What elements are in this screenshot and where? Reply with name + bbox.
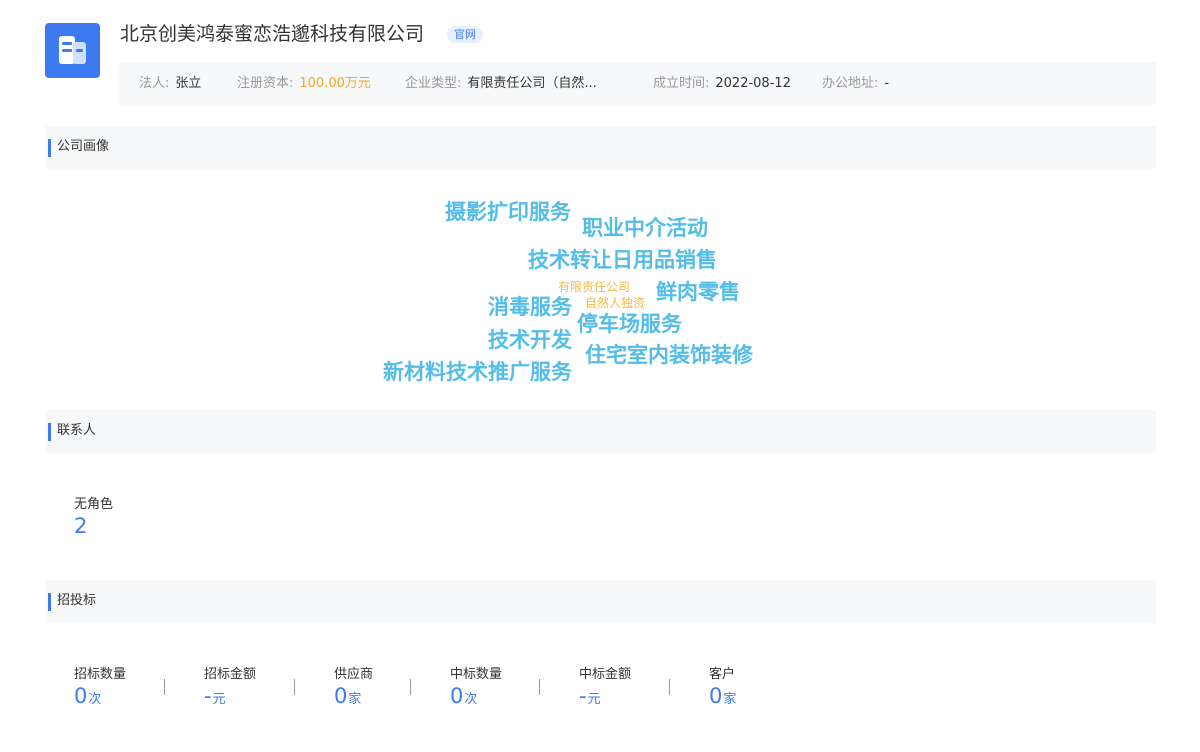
founded-date: 成立时间: 2022-08-12 xyxy=(653,76,791,91)
stat-value[interactable]: 2 xyxy=(74,514,113,538)
section-portrait-header: 公司画像 xyxy=(45,126,1156,169)
company-logo-icon xyxy=(45,23,100,78)
company-info-bar: 法人: 张立 注册资本: 100.00万元 企业类型: 有限责任公司（自然... 成立… xyxy=(119,62,1156,105)
stat-value[interactable]: 0次 xyxy=(450,684,502,712)
cloud-word: 技术转让日用品销售 xyxy=(528,248,717,272)
stat-value[interactable]: 0家 xyxy=(334,684,373,712)
cloud-word: 自然人独资 xyxy=(585,296,646,310)
founded-date-value: 2022-08-12 xyxy=(715,76,791,91)
bid-count-stat: 招标数量 0次 xyxy=(74,663,126,712)
cloud-word: 消毒服务 xyxy=(488,295,572,319)
contact-role-stat: 无角色 2 xyxy=(74,493,113,538)
office-address-value: - xyxy=(884,76,890,91)
supplier-stat: 供应商 0家 xyxy=(334,663,373,712)
legal-rep-value[interactable]: 张立 xyxy=(175,76,201,91)
cloud-word: 鲜肉零售 xyxy=(656,280,740,304)
section-contacts-header: 联系人 xyxy=(45,410,1156,453)
legal-rep: 法人: 张立 xyxy=(139,76,202,91)
cloud-word: 停车场服务 xyxy=(577,312,682,336)
cloud-word: 摄影扩印服务 xyxy=(445,200,571,224)
customer-stat: 客户 0家 xyxy=(709,663,736,712)
stat-value[interactable]: -元 xyxy=(579,684,631,712)
company-type: 企业类型: 有限责任公司（自然... xyxy=(405,76,597,91)
registered-capital: 注册资本: 100.00万元 xyxy=(237,76,371,91)
cloud-word: 新材料技术推广服务 xyxy=(383,360,572,384)
bid-amount-stat: 招标金额 -元 xyxy=(204,663,256,712)
divider xyxy=(164,679,165,695)
business-scope-word-cloud: 摄影扩印服务 职业中介活动 技术转让日用品销售 有限责任公司 自然人独资 鲜肉零… xyxy=(0,170,1200,400)
office-address: 办公地址: - xyxy=(822,76,890,91)
stat-value[interactable]: 0家 xyxy=(709,684,736,712)
divider xyxy=(410,679,411,695)
cloud-word: 住宅室内装饰装修 xyxy=(585,343,753,367)
section-title: 招投标 xyxy=(57,593,97,608)
section-title: 联系人 xyxy=(57,423,97,438)
official-website-link[interactable]: 官网 xyxy=(447,26,483,43)
divider xyxy=(669,679,670,695)
win-count-stat: 中标数量 0次 xyxy=(450,663,502,712)
stat-value[interactable]: -元 xyxy=(204,684,256,712)
divider xyxy=(294,679,295,695)
stat-label: 无角色 xyxy=(74,497,114,512)
win-amount-stat: 中标金额 -元 xyxy=(579,663,631,712)
stat-label: 招标数量 xyxy=(74,667,127,682)
section-title: 公司画像 xyxy=(57,139,110,154)
stat-label: 客户 xyxy=(709,667,736,682)
stat-label: 中标数量 xyxy=(450,667,503,682)
stat-label: 招标金额 xyxy=(204,667,257,682)
company-name: 北京创美鸿泰蜜恋浩邈科技有限公司 xyxy=(120,23,425,45)
cloud-word: 技术开发 xyxy=(488,328,572,352)
stat-label: 中标金额 xyxy=(579,667,632,682)
stat-label: 供应商 xyxy=(334,667,374,682)
cloud-word: 有限责任公司 xyxy=(558,280,631,294)
stat-value[interactable]: 0次 xyxy=(74,684,126,712)
section-bidding-header: 招投标 xyxy=(45,580,1156,623)
company-type-value: 有限责任公司（自然... xyxy=(467,76,597,91)
cloud-word: 职业中介活动 xyxy=(582,216,708,240)
divider xyxy=(539,679,540,695)
registered-capital-value: 100.00万元 xyxy=(299,76,371,91)
